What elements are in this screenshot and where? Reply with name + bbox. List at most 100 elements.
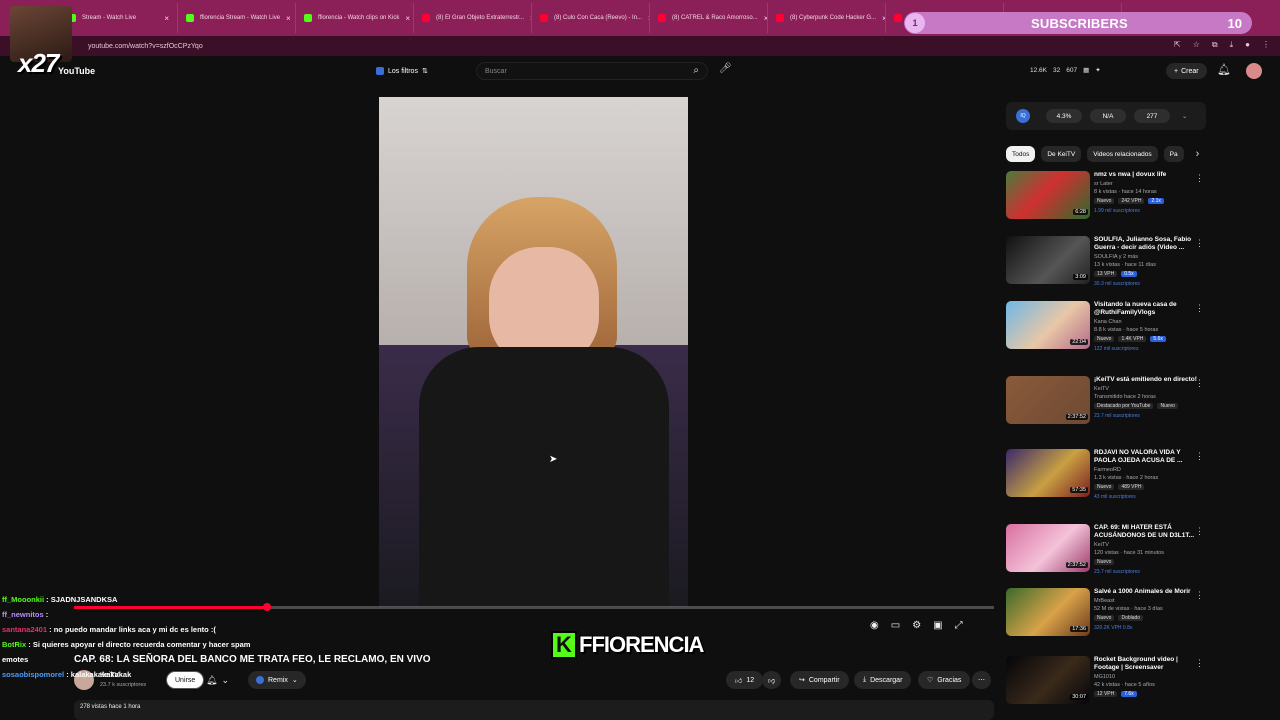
- iq-icon[interactable]: IQ: [1016, 109, 1030, 123]
- related-video-item[interactable]: 17:36 Salvé a 1000 Animales de Morir MrBea…: [1006, 588, 1206, 648]
- more-vertical-icon[interactable]: ⋮: [1195, 590, 1204, 601]
- dislike-button[interactable]: 👎︎: [762, 671, 782, 689]
- profile-icon[interactable]: ●: [1245, 40, 1250, 50]
- settings-gear-icon[interactable]: ⚙: [912, 620, 921, 631]
- browser-tab[interactable]: Stream - Watch Live ×: [60, 3, 178, 33]
- video-title[interactable]: RDJAVI NO VALORA VIDA Y PAOLA OJEDA ACUS…: [1094, 449, 1198, 465]
- video-title[interactable]: Visitando la nueva casa de @RuthiFamilyV…: [1094, 301, 1198, 317]
- star-icon[interactable]: ✦: [1095, 66, 1100, 74]
- search-input[interactable]: Buscar ⌕: [476, 62, 708, 80]
- badge: 7.6x: [1121, 691, 1137, 697]
- more-vertical-icon[interactable]: ⋮: [1195, 173, 1204, 184]
- related-video-item[interactable]: 6:28 nmz vs nwa | dovux life sr Later 8 k v…: [1006, 171, 1206, 231]
- video-badges: 12 VPH 7.6x: [1094, 691, 1137, 697]
- extension-icon[interactable]: ▦: [1083, 66, 1089, 74]
- chevron-down-icon[interactable]: ⌄: [1182, 112, 1187, 120]
- browser-tab[interactable]: (8) CATREL & Raco Amorroso... ×: [650, 3, 768, 33]
- chip-videos-relacionados[interactable]: Videos relacionados: [1087, 146, 1158, 162]
- browser-tab[interactable]: (8) Cyberpunk Code Hacker G...×: [768, 3, 886, 33]
- video-badges: Destacado por YouTube Nuevo: [1094, 403, 1178, 409]
- video-player[interactable]: [379, 97, 688, 607]
- related-video-item[interactable]: 2:37:52 CAP. 69: MI HATER ESTÁ ACUSÁNDONO…: [1006, 524, 1206, 584]
- chevron-right-icon[interactable]: ›: [1196, 148, 1200, 160]
- close-icon[interactable]: ×: [405, 14, 410, 23]
- search-icon[interactable]: ⌕: [693, 65, 699, 76]
- video-meta: 13 k vistas · hace 11 días: [1094, 262, 1156, 268]
- menu-icon[interactable]: ⋮: [1262, 40, 1270, 50]
- video-channel[interactable]: MrBeast: [1094, 598, 1114, 604]
- related-video-item[interactable]: 2:37:52 ¡KeiTV está emitiendo en directo!…: [1006, 376, 1206, 436]
- related-video-item[interactable]: 3:09 SOULFIA, Julianno Sosa, Fabio Guerra…: [1006, 236, 1206, 296]
- video-channel[interactable]: SOULFIA y 2 más: [1094, 254, 1138, 260]
- badge: Destacado por YouTube: [1094, 403, 1154, 409]
- more-actions-button[interactable]: ⋯: [972, 671, 991, 689]
- thanks-label: Gracias: [937, 676, 962, 684]
- related-video-item[interactable]: 22:04 Visitando la nueva casa de @RuthiFa…: [1006, 301, 1206, 361]
- video-channel[interactable]: MG1010: [1094, 674, 1115, 680]
- browser-tab[interactable]: ffiorencia - Watch clips on Kick ×: [296, 3, 414, 33]
- extensions-icon[interactable]: ⧉: [1212, 40, 1218, 50]
- video-meta: 120 vistas · hace 31 minutos: [1094, 550, 1165, 556]
- chat-message: emotes: [2, 652, 422, 667]
- tab-title: (8) Cyberpunk Code Hacker G...: [790, 15, 877, 21]
- tab-favicon-icon: [186, 14, 194, 22]
- video-channel[interactable]: Kana Chan: [1094, 319, 1122, 325]
- tab-favicon-icon: [422, 14, 430, 22]
- subtitles-icon[interactable]: ▭: [891, 620, 900, 631]
- more-vertical-icon[interactable]: ⋮: [1195, 378, 1204, 389]
- chip-pa[interactable]: Pa: [1163, 146, 1184, 162]
- account-avatar[interactable]: [1246, 63, 1262, 79]
- badge: Nuevo: [1094, 198, 1115, 204]
- close-icon[interactable]: ×: [286, 14, 291, 23]
- mic-icon[interactable]: 🎤︎: [719, 63, 732, 74]
- create-button[interactable]: + Crear: [1166, 63, 1207, 79]
- more-vertical-icon[interactable]: ⋮: [1195, 658, 1204, 669]
- chip-de-keitv[interactable]: De KeiTV: [1041, 146, 1082, 162]
- chip-todos[interactable]: Todos: [1006, 146, 1036, 162]
- more-vertical-icon[interactable]: ⋮: [1195, 303, 1204, 314]
- share-page-icon[interactable]: ⇱: [1174, 40, 1181, 50]
- video-channel[interactable]: FarmeoRD: [1094, 467, 1121, 473]
- chat-text: : no puedo mandar links aca y mi dc es l…: [47, 625, 216, 634]
- theater-mode-icon[interactable]: ▣: [933, 620, 942, 631]
- video-title[interactable]: CAP. 69: MI HATER ESTÁ ACUSÁNDONOS DE UN…: [1094, 524, 1198, 540]
- close-icon[interactable]: ×: [164, 14, 169, 23]
- browser-tab[interactable]: (8) El Gran Objeto Extraterrestr...×: [414, 3, 532, 33]
- more-vertical-icon[interactable]: ⋮: [1195, 451, 1204, 462]
- browser-tab[interactable]: (8) Culo Con Caca (Reevo) - In...×: [532, 3, 650, 33]
- more-vertical-icon[interactable]: ⋮: [1195, 238, 1204, 249]
- video-title[interactable]: Rocket Background video | Footage | Scre…: [1094, 656, 1198, 672]
- sub-count-badge: 1: [905, 13, 925, 33]
- video-title[interactable]: Salvé a 1000 Animales de Morir: [1094, 588, 1198, 596]
- address-bar[interactable]: ⟳ youtube.com/watch?v=szfOcCPzYqo: [0, 36, 1280, 56]
- share-button[interactable]: ↪ Compartir: [790, 671, 849, 689]
- like-button[interactable]: 👍︎ 12: [726, 671, 764, 689]
- video-title[interactable]: ¡KeiTV está emitiendo en directo!: [1094, 376, 1198, 384]
- filters-button[interactable]: Los filtros ⇅: [376, 64, 428, 78]
- browser-tab[interactable]: ffiorencia Stream - Watch Live ×: [178, 3, 296, 33]
- youtube-logo[interactable]: YouTube: [58, 66, 95, 76]
- badge: Nuevo: [1094, 559, 1115, 565]
- badge: Nuevo: [1094, 336, 1115, 342]
- bookmark-star-icon[interactable]: ☆: [1193, 40, 1200, 50]
- thanks-button[interactable]: ♡ Gracias: [918, 671, 971, 689]
- video-channel[interactable]: sr Later: [1094, 181, 1113, 187]
- channel-stats: 12.6K 32 607 ▦ ✦: [1030, 66, 1101, 75]
- video-badges: Nuevo 489 VPH: [1094, 484, 1145, 490]
- subscribers-label: SUBSCRIBERS: [1031, 15, 1128, 31]
- url-text[interactable]: youtube.com/watch?v=szfOcCPzYqo: [88, 43, 203, 50]
- related-video-item[interactable]: 30:07 Rocket Background video | Footage |…: [1006, 656, 1206, 716]
- video-title[interactable]: SOULFIA, Julianno Sosa, Fabio Guerra - d…: [1094, 236, 1198, 252]
- autoplay-toggle-icon[interactable]: ◉: [870, 620, 879, 631]
- description-box[interactable]: 278 vistas hace 1 hora: [74, 700, 994, 720]
- video-channel[interactable]: KeiTV: [1094, 542, 1109, 548]
- video-title[interactable]: nmz vs nwa | dovux life: [1094, 171, 1198, 179]
- download-icon[interactable]: ⤓: [1230, 40, 1234, 50]
- more-vertical-icon[interactable]: ⋮: [1195, 526, 1204, 537]
- share-label: Compartir: [808, 676, 840, 684]
- video-channel[interactable]: KeiTV: [1094, 386, 1109, 392]
- notifications-bell-icon[interactable]: 🔔︎: [1217, 63, 1231, 76]
- fullscreen-icon[interactable]: ⤢: [955, 620, 963, 631]
- download-button[interactable]: ⤓ Descargar: [854, 671, 912, 689]
- related-video-item[interactable]: 57:35 RDJAVI NO VALORA VIDA Y PAOLA OJEDA…: [1006, 449, 1206, 509]
